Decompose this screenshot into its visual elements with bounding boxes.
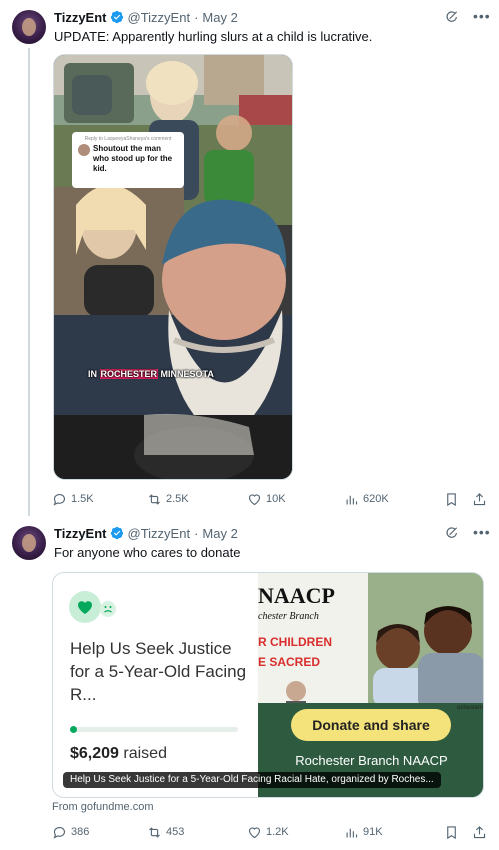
campaign-title: Help Us Seek Justice for a 5-Year-Old Fa… <box>70 639 247 704</box>
views-count: 620K <box>363 493 389 505</box>
raised-amount: $6,209 <box>70 745 119 762</box>
caption-part: MINNESOTA <box>158 369 214 379</box>
reply-count: 386 <box>71 826 90 838</box>
video-frame <box>54 55 292 479</box>
caption-highlight: ROCHESTER <box>99 369 159 379</box>
more-icon[interactable]: ••• <box>473 9 490 24</box>
author-handle[interactable]: @TizzyEnt <box>128 10 191 25</box>
progress-bar <box>70 727 238 732</box>
reply-count: 1.5K <box>71 493 94 505</box>
reply-sticker-text: Shoutout the man who stood up for the ki… <box>93 144 173 173</box>
card-source[interactable]: From gofundme.com <box>52 801 153 813</box>
like-button[interactable]: 10K <box>247 492 286 507</box>
link-card[interactable]: Help Us Seek Justice for a 5-Year-Old Fa… <box>52 572 484 798</box>
naacp-panel: NAACP chester Branch R CHILDREN E SACRED… <box>258 573 484 797</box>
author-name[interactable]: TizzyEnt <box>54 10 107 25</box>
share-icon <box>473 492 486 505</box>
slogan-line-1: R CHILDREN <box>258 635 332 649</box>
share-button[interactable] <box>472 492 491 507</box>
verified-badge-icon <box>110 10 123 24</box>
repost-button[interactable]: 453 <box>147 825 184 840</box>
reply-sticker: Reply to LaqueeyaShaneya's comment Shout… <box>72 132 184 188</box>
progress-fill <box>70 726 77 733</box>
views-button[interactable]: 620K <box>344 492 389 507</box>
like-count: 1.2K <box>266 826 289 838</box>
share-button[interactable] <box>472 825 491 840</box>
tweet-2[interactable]: TizzyEnt @TizzyEnt · May 2 ••• For anyon… <box>0 516 499 850</box>
repost-count: 453 <box>166 826 185 838</box>
verified-badge-icon <box>110 526 123 540</box>
tweet-header: TizzyEnt @TizzyEnt · May 2 <box>54 8 238 26</box>
branch-name: Rochester Branch NAACP <box>295 753 448 768</box>
raised-label: raised <box>123 745 167 762</box>
grok-icon[interactable] <box>445 526 459 540</box>
grok-icon[interactable] <box>445 10 459 24</box>
tweet-date[interactable]: May 2 <box>202 10 237 25</box>
views-count: 91K <box>363 826 383 838</box>
video-caption: IN ROCHESTER MINNESOTA <box>88 369 214 379</box>
gofundme-logo-icon <box>69 591 116 623</box>
tweet-actions: 1.5K 2.5K 10K 620K <box>52 490 488 508</box>
reply-button[interactable]: 386 <box>52 825 89 840</box>
like-icon <box>248 826 261 838</box>
card-title-overlay: Help Us Seek Justice for a 5-Year-Old Fa… <box>63 772 441 788</box>
share-icon <box>473 825 486 838</box>
bookmark-icon <box>447 825 456 839</box>
tweet-date[interactable]: May 2 <box>202 526 237 541</box>
repost-icon <box>149 826 160 838</box>
views-icon <box>346 828 358 837</box>
repost-icon <box>149 493 160 505</box>
bookmark-button[interactable] <box>444 825 463 840</box>
reply-sticker-subtitle: Reply to LaqueeyaShaneya's comment <box>84 136 172 142</box>
tweet-header: TizzyEnt @TizzyEnt · May 2 <box>54 524 238 542</box>
video-media[interactable]: Reply to LaqueeyaShaneya's comment Shout… <box>53 54 293 480</box>
separator-dot: · <box>194 9 199 25</box>
more-icon[interactable]: ••• <box>473 525 490 540</box>
avatar[interactable] <box>12 526 46 560</box>
author-name[interactable]: TizzyEnt <box>54 526 107 541</box>
reply-icon <box>53 493 66 506</box>
reply-button[interactable]: 1.5K <box>52 492 94 507</box>
reply-sticker-avatar <box>78 144 90 156</box>
like-icon <box>248 493 261 505</box>
tweet-1[interactable]: TizzyEnt @TizzyEnt · May 2 ••• UPDATE: A… <box>0 0 499 516</box>
bookmark-button[interactable] <box>444 492 463 507</box>
tweet-text: UPDATE: Apparently hurling slurs at a ch… <box>54 29 373 44</box>
views-button[interactable]: 91K <box>344 825 383 840</box>
naacp-branch-italic: chester Branch <box>258 611 319 622</box>
separator-dot: · <box>194 525 199 541</box>
bookmark-icon <box>447 492 456 506</box>
caption-part: IN <box>88 369 100 379</box>
avatar[interactable] <box>12 10 46 44</box>
rochester-tag: ochesterm <box>456 705 484 711</box>
reply-icon <box>53 826 66 839</box>
thread-line <box>28 48 30 516</box>
tweet-actions: 386 453 1.2K 91K <box>52 823 488 841</box>
like-count: 10K <box>266 493 286 505</box>
donate-share-button[interactable]: Donate and share <box>291 709 451 741</box>
amount-raised: $6,209 raised <box>70 745 167 763</box>
views-icon <box>346 495 358 504</box>
slogan-line-2: E SACRED <box>258 655 321 669</box>
like-button[interactable]: 1.2K <box>247 825 289 840</box>
gofundme-panel: Help Us Seek Justice for a 5-Year-Old Fa… <box>53 573 258 797</box>
repost-button[interactable]: 2.5K <box>147 492 189 507</box>
naacp-logo-text: NAACP <box>258 583 335 608</box>
tweet-text: For anyone who cares to donate <box>54 545 241 560</box>
repost-count: 2.5K <box>166 493 189 505</box>
author-handle[interactable]: @TizzyEnt <box>128 526 191 541</box>
